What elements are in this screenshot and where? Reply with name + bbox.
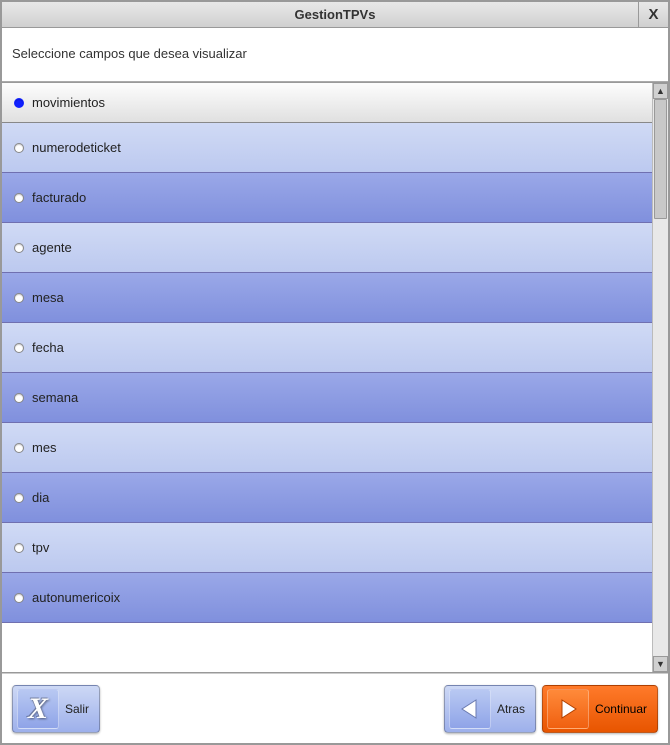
radio-icon[interactable] [14,493,24,503]
scrollbar[interactable]: ▲ ▼ [652,83,668,672]
continue-button[interactable]: Continuar [542,685,658,733]
field-row[interactable]: autonumericoix [2,573,652,623]
field-row[interactable]: fecha [2,323,652,373]
field-label: mes [32,440,57,455]
field-list[interactable]: movimientos numerodeticket facturado agente… [2,83,652,672]
scroll-thumb[interactable] [654,99,667,219]
instruction-text: Seleccione campos que desea visualizar [2,28,668,82]
radio-icon[interactable] [14,543,24,553]
radio-icon[interactable] [14,243,24,253]
field-label: autonumericoix [32,590,120,605]
arrow-right-icon [547,689,589,729]
footer: X Salir Atras Continuar [2,673,668,743]
radio-icon[interactable] [14,193,24,203]
radio-icon[interactable] [14,343,24,353]
app-window: GestionTPVs X Seleccione campos que dese… [0,0,670,745]
field-label: mesa [32,290,64,305]
field-row[interactable]: mes [2,423,652,473]
titlebar: GestionTPVs X [2,2,668,28]
radio-icon[interactable] [14,393,24,403]
field-row[interactable]: facturado [2,173,652,223]
scroll-down-button[interactable]: ▼ [653,656,668,672]
field-row[interactable]: dia [2,473,652,523]
field-label: facturado [32,190,86,205]
field-row[interactable]: movimientos [2,83,652,123]
back-button[interactable]: Atras [444,685,536,733]
field-label: semana [32,390,78,405]
close-button[interactable]: X [638,2,668,27]
field-list-container: movimientos numerodeticket facturado agente… [2,82,668,673]
radio-icon[interactable] [14,293,24,303]
field-label: agente [32,240,72,255]
window-title: GestionTPVs [295,7,376,22]
field-label: movimientos [32,95,105,110]
radio-icon[interactable] [14,143,24,153]
field-label: dia [32,490,49,505]
field-row[interactable]: numerodeticket [2,123,652,173]
exit-button[interactable]: X Salir [12,685,100,733]
exit-button-label: Salir [65,702,89,716]
field-row[interactable]: mesa [2,273,652,323]
field-row[interactable]: semana [2,373,652,423]
arrow-left-icon [449,689,491,729]
field-label: fecha [32,340,64,355]
radio-icon[interactable] [14,443,24,453]
radio-icon[interactable] [14,98,24,108]
radio-icon[interactable] [14,593,24,603]
back-button-label: Atras [497,702,525,716]
x-icon: X [17,689,59,729]
scroll-up-button[interactable]: ▲ [653,83,668,99]
field-row[interactable]: agente [2,223,652,273]
field-label: numerodeticket [32,140,121,155]
continue-button-label: Continuar [595,702,647,716]
field-row[interactable]: tpv [2,523,652,573]
field-label: tpv [32,540,49,555]
